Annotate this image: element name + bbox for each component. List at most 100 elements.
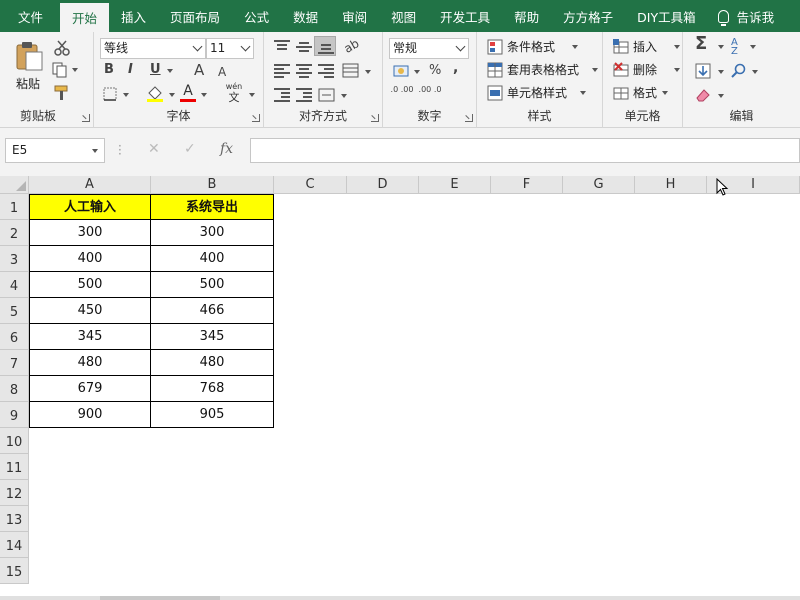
- row-header-7[interactable]: 7: [0, 350, 29, 376]
- comma-button[interactable]: ,: [453, 60, 458, 76]
- table-cell[interactable]: 345: [29, 324, 151, 350]
- tab-file[interactable]: 文件: [0, 0, 60, 32]
- table-cell[interactable]: 300: [151, 220, 274, 246]
- font-launcher-icon[interactable]: [252, 114, 260, 122]
- insert-function-icon[interactable]: fx: [220, 141, 233, 157]
- autosum-dropdown-icon[interactable]: [718, 45, 724, 49]
- cancel-icon[interactable]: ✕: [148, 141, 160, 157]
- column-header-d[interactable]: D: [347, 176, 419, 194]
- tab-insert[interactable]: 插入: [109, 0, 158, 32]
- font-size-select[interactable]: 11: [206, 38, 254, 59]
- tab-help[interactable]: 帮助: [502, 0, 551, 32]
- grow-font-button[interactable]: A: [194, 62, 204, 78]
- formula-bar-splitter[interactable]: · · ·: [118, 140, 122, 160]
- sort-filter-icon[interactable]: AZ: [731, 38, 738, 57]
- align-right-icon[interactable]: [318, 64, 334, 78]
- align-middle-icon[interactable]: [296, 40, 312, 54]
- table-cell[interactable]: 400: [151, 246, 274, 272]
- table-cell[interactable]: 500: [29, 272, 151, 298]
- font-color-dropdown-icon[interactable]: [201, 93, 207, 97]
- horizontal-scrollbar[interactable]: [0, 596, 800, 600]
- find-select-icon[interactable]: [731, 63, 747, 79]
- align-center-icon[interactable]: [296, 64, 312, 78]
- formula-input[interactable]: [250, 138, 800, 163]
- percent-button[interactable]: %: [429, 63, 441, 79]
- table-cell[interactable]: 480: [29, 350, 151, 376]
- bold-button[interactable]: B: [104, 62, 114, 78]
- table-cell[interactable]: 480: [151, 350, 274, 376]
- column-header-g[interactable]: G: [563, 176, 635, 194]
- row-header-15[interactable]: 15: [0, 558, 29, 584]
- table-cell[interactable]: 400: [29, 246, 151, 272]
- select-all-corner[interactable]: [0, 176, 29, 194]
- alignment-launcher-icon[interactable]: [371, 114, 379, 122]
- orientation-icon[interactable]: ab: [341, 35, 362, 56]
- phonetic-dropdown-icon[interactable]: [249, 93, 255, 97]
- align-left-icon[interactable]: [274, 64, 290, 78]
- row-header-12[interactable]: 12: [0, 480, 29, 506]
- table-cell[interactable]: 300: [29, 220, 151, 246]
- table-cell[interactable]: 345: [151, 324, 274, 350]
- find-select-dropdown-icon[interactable]: [752, 70, 758, 74]
- table-cell[interactable]: 905: [151, 402, 274, 428]
- row-header-4[interactable]: 4: [0, 272, 29, 298]
- autosum-icon[interactable]: Σ: [695, 35, 707, 53]
- tab-view[interactable]: 视图: [379, 0, 428, 32]
- column-header-c[interactable]: C: [274, 176, 347, 194]
- merge-dropdown-icon[interactable]: [341, 94, 347, 98]
- column-header-b[interactable]: B: [151, 176, 274, 194]
- accounting-dropdown-icon[interactable]: [414, 70, 420, 74]
- underline-button[interactable]: U: [150, 62, 161, 78]
- wrap-text-icon[interactable]: [342, 63, 360, 79]
- font-name-select[interactable]: 等线: [100, 38, 206, 59]
- row-header-13[interactable]: 13: [0, 506, 29, 532]
- decrease-indent-icon[interactable]: [274, 88, 290, 102]
- row-header-2[interactable]: 2: [0, 220, 29, 246]
- tab-review[interactable]: 审阅: [330, 0, 379, 32]
- format-cells-button[interactable]: 格式: [613, 85, 681, 103]
- conditional-formatting-button[interactable]: 条件格式: [487, 39, 599, 57]
- phonetic-button[interactable]: wén 文: [222, 82, 246, 104]
- fill-dropdown-icon[interactable]: [718, 70, 724, 74]
- column-header-h[interactable]: H: [635, 176, 707, 194]
- borders-dropdown-icon[interactable]: [123, 93, 129, 97]
- tab-data[interactable]: 数据: [281, 0, 330, 32]
- name-box[interactable]: E5: [5, 138, 105, 163]
- row-header-9[interactable]: 9: [0, 402, 29, 428]
- enter-icon[interactable]: ✓: [184, 141, 196, 157]
- merge-center-icon[interactable]: [318, 87, 336, 103]
- delete-cells-button[interactable]: 删除: [613, 62, 681, 80]
- number-launcher-icon[interactable]: [465, 114, 473, 122]
- table-cell[interactable]: 679: [29, 376, 151, 402]
- cut-icon[interactable]: [54, 40, 70, 56]
- align-top-icon[interactable]: [274, 40, 290, 54]
- tab-page-layout[interactable]: 页面布局: [158, 0, 232, 32]
- table-header-cell[interactable]: 系统导出: [151, 194, 274, 220]
- table-cell[interactable]: 900: [29, 402, 151, 428]
- number-format-select[interactable]: 常规: [389, 38, 469, 59]
- wrap-dropdown-icon[interactable]: [365, 70, 371, 74]
- fill-color-icon[interactable]: [146, 84, 164, 102]
- tab-home[interactable]: 开始: [60, 3, 110, 32]
- table-cell[interactable]: 768: [151, 376, 274, 402]
- scroll-thumb[interactable]: [100, 596, 220, 600]
- paste-button[interactable]: 粘贴: [8, 38, 48, 94]
- column-header-a[interactable]: A: [29, 176, 151, 194]
- table-cell[interactable]: 466: [151, 298, 274, 324]
- fill-icon[interactable]: [695, 63, 711, 79]
- accounting-format-icon[interactable]: [393, 63, 411, 79]
- shrink-font-button[interactable]: A: [218, 64, 226, 80]
- row-header-6[interactable]: 6: [0, 324, 29, 350]
- underline-dropdown-icon[interactable]: [167, 69, 173, 73]
- fill-color-dropdown-icon[interactable]: [169, 93, 175, 97]
- row-header-1[interactable]: 1: [0, 194, 29, 220]
- table-cell[interactable]: 450: [29, 298, 151, 324]
- row-header-3[interactable]: 3: [0, 246, 29, 272]
- tab-diy-toolbox[interactable]: DIY工具箱: [625, 0, 707, 32]
- format-painter-icon[interactable]: [54, 85, 70, 101]
- italic-button[interactable]: I: [128, 62, 133, 78]
- tab-ffgz[interactable]: 方方格子: [551, 0, 625, 32]
- borders-icon[interactable]: [102, 86, 118, 102]
- row-header-10[interactable]: 10: [0, 428, 29, 454]
- row-header-11[interactable]: 11: [0, 454, 29, 480]
